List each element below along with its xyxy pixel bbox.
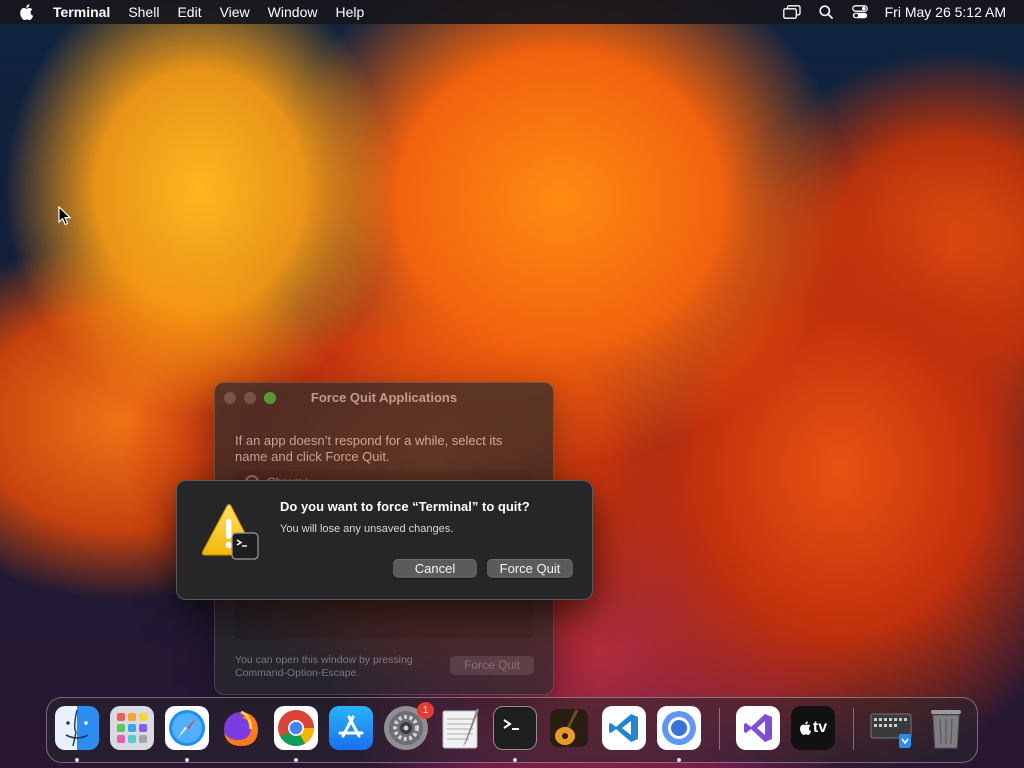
mouse-cursor-icon <box>58 205 72 231</box>
dock-system-settings[interactable]: 1 <box>384 702 434 750</box>
dock-chrome[interactable] <box>274 706 318 750</box>
dock-finder[interactable] <box>55 706 99 750</box>
running-indicator <box>513 758 517 762</box>
minimize-button[interactable] <box>244 392 256 404</box>
search-icon[interactable] <box>809 0 843 24</box>
trash-icon <box>924 706 968 750</box>
textedit-icon <box>439 706 483 750</box>
dock-separator <box>853 708 854 750</box>
menu-bar: Terminal Shell Edit View Window Help Fri… <box>0 0 1024 24</box>
dock-trash[interactable] <box>924 706 968 750</box>
tv-label: tv <box>812 719 828 736</box>
force-quit-description: If an app doesn’t respond for a while, s… <box>235 433 503 464</box>
dock-apple-tv[interactable]: tv <box>791 706 835 750</box>
app-store-icon <box>329 706 373 750</box>
garageband-icon <box>547 706 591 750</box>
shortcut-hint: You can open this window by pressing Com… <box>235 654 413 679</box>
window-titlebar: Force Quit Applications <box>215 383 553 411</box>
finder-icon <box>55 706 99 750</box>
vscode-icon <box>602 706 646 750</box>
warning-icon <box>199 503 261 563</box>
chromium-icon <box>657 706 701 750</box>
firefox-icon <box>219 706 263 750</box>
menu-clock[interactable]: Fri May 26 5:12 AM <box>877 4 1006 20</box>
dock-launchpad[interactable] <box>110 706 154 750</box>
visual-studio-icon <box>736 706 780 750</box>
apple-tv-icon: tv <box>791 706 835 750</box>
menu-window[interactable]: Window <box>259 0 327 24</box>
running-indicator <box>185 758 189 762</box>
apple-menu-icon[interactable] <box>0 4 52 20</box>
control-center-icon[interactable] <box>843 0 877 24</box>
notification-badge: 1 <box>417 702 434 719</box>
dock-vscode[interactable] <box>602 706 646 750</box>
menu-view[interactable]: View <box>211 0 259 24</box>
zoom-button[interactable] <box>264 392 276 404</box>
running-indicator <box>75 758 79 762</box>
dock-visual-studio[interactable] <box>736 706 780 750</box>
dock-terminal[interactable] <box>493 706 537 750</box>
downloads-stack-icon <box>869 706 913 750</box>
menu-edit[interactable]: Edit <box>168 0 210 24</box>
chrome-icon <box>274 706 318 750</box>
dock-firefox[interactable] <box>219 706 263 750</box>
screen-mirroring-icon[interactable] <box>775 0 809 24</box>
menu-shell[interactable]: Shell <box>119 0 168 24</box>
dock-textedit[interactable] <box>439 706 483 750</box>
menu-help[interactable]: Help <box>326 0 373 24</box>
dock-safari[interactable] <box>165 706 209 750</box>
dock-app-store[interactable] <box>329 706 373 750</box>
force-quit-button[interactable]: Force Quit <box>487 559 573 578</box>
safari-icon <box>165 706 209 750</box>
menu-app-name[interactable]: Terminal <box>52 0 119 24</box>
launchpad-icon <box>110 706 154 750</box>
confirm-force-quit-alert: Do you want to force “Terminal” to quit?… <box>176 480 593 600</box>
dock-downloads-stack[interactable] <box>869 706 913 750</box>
dock-garageband[interactable] <box>547 706 591 750</box>
terminal-badge-icon <box>231 532 259 560</box>
alert-title: Do you want to force “Terminal” to quit? <box>280 499 530 514</box>
force-quit-window-button[interactable]: Force Quit <box>450 656 534 675</box>
close-button[interactable] <box>224 392 236 404</box>
running-indicator <box>677 758 681 762</box>
dock-separator <box>719 708 720 750</box>
terminal-icon <box>493 706 537 750</box>
dock: 1 tv <box>46 697 978 763</box>
cancel-button[interactable]: Cancel <box>393 559 477 578</box>
running-indicator <box>294 758 298 762</box>
alert-message: You will lose any unsaved changes. <box>280 523 454 535</box>
dock-chromium[interactable] <box>657 706 701 750</box>
